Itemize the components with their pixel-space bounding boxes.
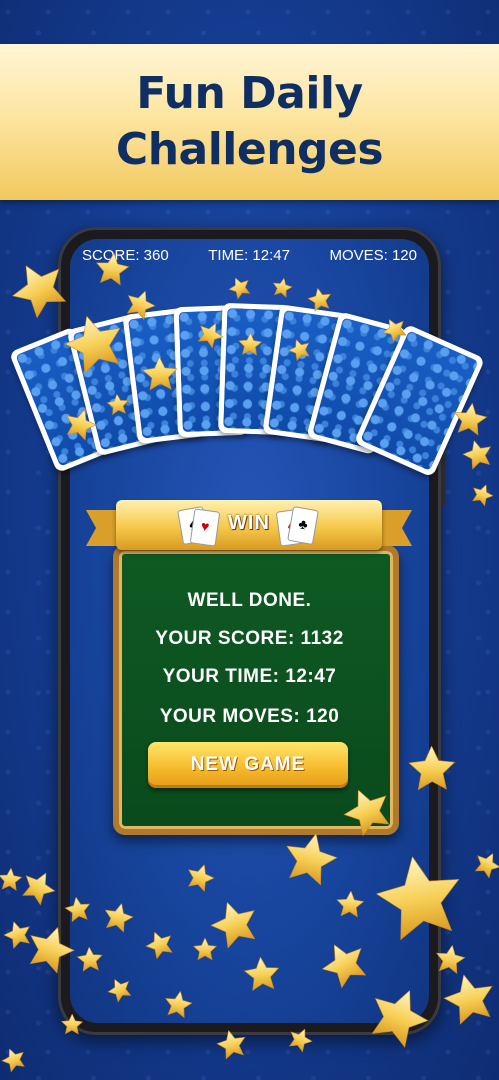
- time-display: TIME: 12:47: [208, 247, 290, 264]
- phone-side-button: [441, 437, 445, 507]
- score-display: SCORE: 360: [82, 247, 169, 264]
- promo-banner: Fun Daily Challenges: [0, 44, 499, 200]
- banner-title-line2: Challenges: [115, 124, 384, 175]
- win-title: WIN: [228, 512, 270, 534]
- banner-title-line1: Fun Daily: [136, 68, 363, 119]
- ribbon-center: ♠ ♥ WIN ♦ ♣: [116, 500, 382, 550]
- win-message: WELL DONE.: [187, 590, 312, 611]
- win-dialog: [113, 545, 399, 835]
- final-score: YOUR SCORE: 1132: [155, 628, 344, 649]
- new-game-button[interactable]: NEW GAME: [148, 742, 348, 788]
- final-time: YOUR TIME: 12:47: [162, 666, 337, 687]
- game-status-bar: SCORE: 360 TIME: 12:47 MOVES: 120: [70, 247, 429, 273]
- win-ribbon: ♠ ♥ WIN ♦ ♣: [86, 500, 412, 558]
- final-moves: YOUR MOVES: 120: [159, 706, 340, 727]
- moves-display: MOVES: 120: [329, 247, 417, 264]
- playing-card-icon: ♦ ♣: [275, 506, 319, 547]
